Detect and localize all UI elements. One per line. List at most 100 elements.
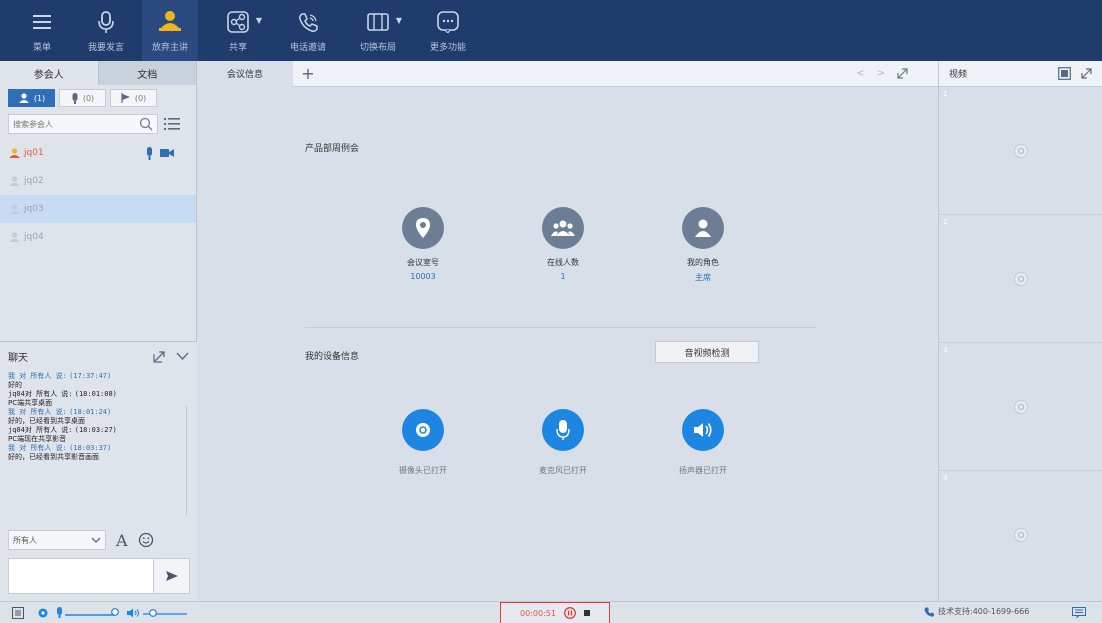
- speaker-status-label: 扬声器已打开: [679, 466, 727, 475]
- mic-volume-slider[interactable]: [65, 607, 121, 618]
- participant-search-row: [0, 111, 196, 137]
- message-icon[interactable]: [1072, 607, 1086, 619]
- chat-sender: jq04对 所有人 说:: [8, 390, 73, 398]
- video-panel: 视频 1 2 3 4: [938, 61, 1102, 601]
- webcam-icon: [1013, 143, 1028, 158]
- search-icon[interactable]: [139, 117, 153, 131]
- expand-icon[interactable]: [897, 68, 908, 79]
- presenter-user-icon: [9, 147, 20, 158]
- tab-meeting-info[interactable]: 会议信息: [197, 60, 293, 87]
- microphone-icon[interactable]: [56, 607, 63, 618]
- chat-text: 好的，已经看到共享影音画面: [8, 453, 99, 461]
- chat-recipient-value: 所有人: [13, 535, 37, 545]
- chat-message-input[interactable]: [9, 559, 153, 593]
- microphone-status: 麦克风已打开: [513, 409, 613, 476]
- chat-message: jq04对 所有人 说: (18:01:08) PC端共享桌面: [8, 390, 189, 408]
- chat-scrollbar[interactable]: [186, 406, 187, 516]
- share-button[interactable]: ▼ 共享: [210, 0, 266, 61]
- video-slot-number: 1: [943, 90, 948, 98]
- online-count-value: 1: [560, 272, 566, 281]
- left-panel: 参会人 文档 (1) (0) (0) 搜索参会人 jq01 jq02 jq03 …: [0, 61, 197, 601]
- participant-filter-bar: (1) (0) (0): [0, 85, 196, 111]
- online-count-label: 在线人数: [547, 258, 579, 267]
- chat-header-icons: [153, 350, 189, 363]
- participant-search-input[interactable]: [13, 119, 123, 129]
- font-icon[interactable]: A: [116, 531, 128, 550]
- speak-button[interactable]: 我要发言: [78, 0, 134, 61]
- video-camera-icon[interactable]: [160, 148, 174, 158]
- video-slot[interactable]: 4: [939, 471, 1102, 599]
- phone-icon: [294, 8, 322, 36]
- recording-time: 00:00:51: [520, 608, 556, 618]
- video-slot[interactable]: 3: [939, 343, 1102, 471]
- chat-input-box: [8, 558, 190, 594]
- switch-layout-button[interactable]: ▼ 切换布局: [350, 0, 406, 61]
- webcam-icon: [1013, 399, 1028, 414]
- prev-tab-icon[interactable]: <: [856, 68, 864, 79]
- camera-icon[interactable]: [402, 409, 444, 451]
- webcam-icon: [1013, 271, 1028, 286]
- menu-button[interactable]: 菜单: [14, 0, 70, 61]
- group-icon: [542, 207, 584, 249]
- give-up-presenter-button[interactable]: 放弃主讲: [142, 0, 198, 61]
- chat-text: 好的: [8, 381, 22, 389]
- send-button[interactable]: [153, 559, 189, 593]
- expand-icon[interactable]: [1081, 68, 1092, 79]
- list-view-icon[interactable]: [164, 117, 180, 131]
- microphone-icon: [92, 8, 120, 36]
- microphone-status-label: 麦克风已打开: [539, 466, 587, 475]
- participant-row[interactable]: jq02: [0, 167, 196, 195]
- chat-panel: 聊天 我 对 所有人 说: (17:37:47) 好的 jq04对 所有人 说: …: [0, 341, 197, 601]
- speaker-icon[interactable]: [682, 409, 724, 451]
- participant-row[interactable]: jq04: [0, 223, 196, 251]
- participant-name: jq03: [24, 204, 44, 214]
- video-panel-title: 视频: [949, 70, 968, 80]
- pause-icon[interactable]: [564, 607, 576, 619]
- video-layout-icon[interactable]: [1058, 67, 1071, 80]
- camera-icon[interactable]: [38, 608, 48, 618]
- av-check-button[interactable]: 音视频检测: [655, 341, 759, 363]
- chat-title: 聊天: [8, 352, 28, 364]
- video-slot[interactable]: 2: [939, 215, 1102, 343]
- add-tab-icon[interactable]: +: [293, 64, 323, 83]
- chat-controls: 所有人 A: [8, 530, 188, 550]
- participant-row[interactable]: jq01: [0, 139, 196, 167]
- video-slot[interactable]: 1: [939, 87, 1102, 215]
- more-features-button[interactable]: 更多功能: [420, 0, 476, 61]
- speaker-icon[interactable]: [127, 608, 141, 618]
- popout-icon[interactable]: [153, 350, 166, 363]
- tab-participants[interactable]: 参会人: [0, 61, 98, 85]
- user-icon: [9, 203, 20, 214]
- chevron-down-icon: ▼: [395, 16, 402, 25]
- chat-time: (17:37:47): [69, 372, 112, 380]
- meeting-info-area: 会议信息 + < > 产品部周例会 会议室号 10003 在线人数 1 我的角色…: [197, 60, 938, 601]
- location-icon: [402, 207, 444, 249]
- phone-invite-button[interactable]: 电话邀请: [280, 0, 336, 61]
- microphone-icon[interactable]: [542, 409, 584, 451]
- filter-speaking-button[interactable]: (0): [59, 89, 106, 107]
- chat-message: jq04对 所有人 说: (18:03:27) PC端现在共享影音: [8, 426, 189, 444]
- filter-hands-count: (0): [134, 93, 147, 103]
- participant-row[interactable]: jq03: [0, 195, 196, 223]
- list-menu-icon[interactable]: [12, 606, 24, 619]
- chevron-down-icon[interactable]: [176, 352, 189, 361]
- speak-label: 我要发言: [87, 43, 124, 53]
- microphone-icon[interactable]: [145, 146, 154, 160]
- chat-text: PC端共享桌面: [8, 399, 53, 407]
- filter-speaking-count: (0): [82, 93, 95, 103]
- next-tab-icon[interactable]: >: [877, 68, 885, 79]
- chat-recipient-select[interactable]: 所有人: [8, 530, 106, 550]
- left-tabs: 参会人 文档: [0, 61, 196, 85]
- chat-time: (18:01:08): [74, 390, 117, 398]
- stop-icon[interactable]: [583, 610, 590, 616]
- filter-all-button[interactable]: (1): [8, 89, 55, 107]
- speaker-volume-slider[interactable]: [143, 608, 187, 618]
- tab-documents[interactable]: 文档: [97, 61, 196, 85]
- chat-sender: 我 对 所有人 说:: [8, 408, 67, 416]
- emoji-icon[interactable]: [138, 532, 154, 548]
- chevron-down-icon: [91, 537, 101, 543]
- filter-hands-button[interactable]: (0): [110, 89, 157, 107]
- chat-message: 我 对 所有人 说: (18:01:24) 好的，已经看到共享桌面: [8, 408, 189, 426]
- chat-time: (18:03:27): [74, 426, 117, 434]
